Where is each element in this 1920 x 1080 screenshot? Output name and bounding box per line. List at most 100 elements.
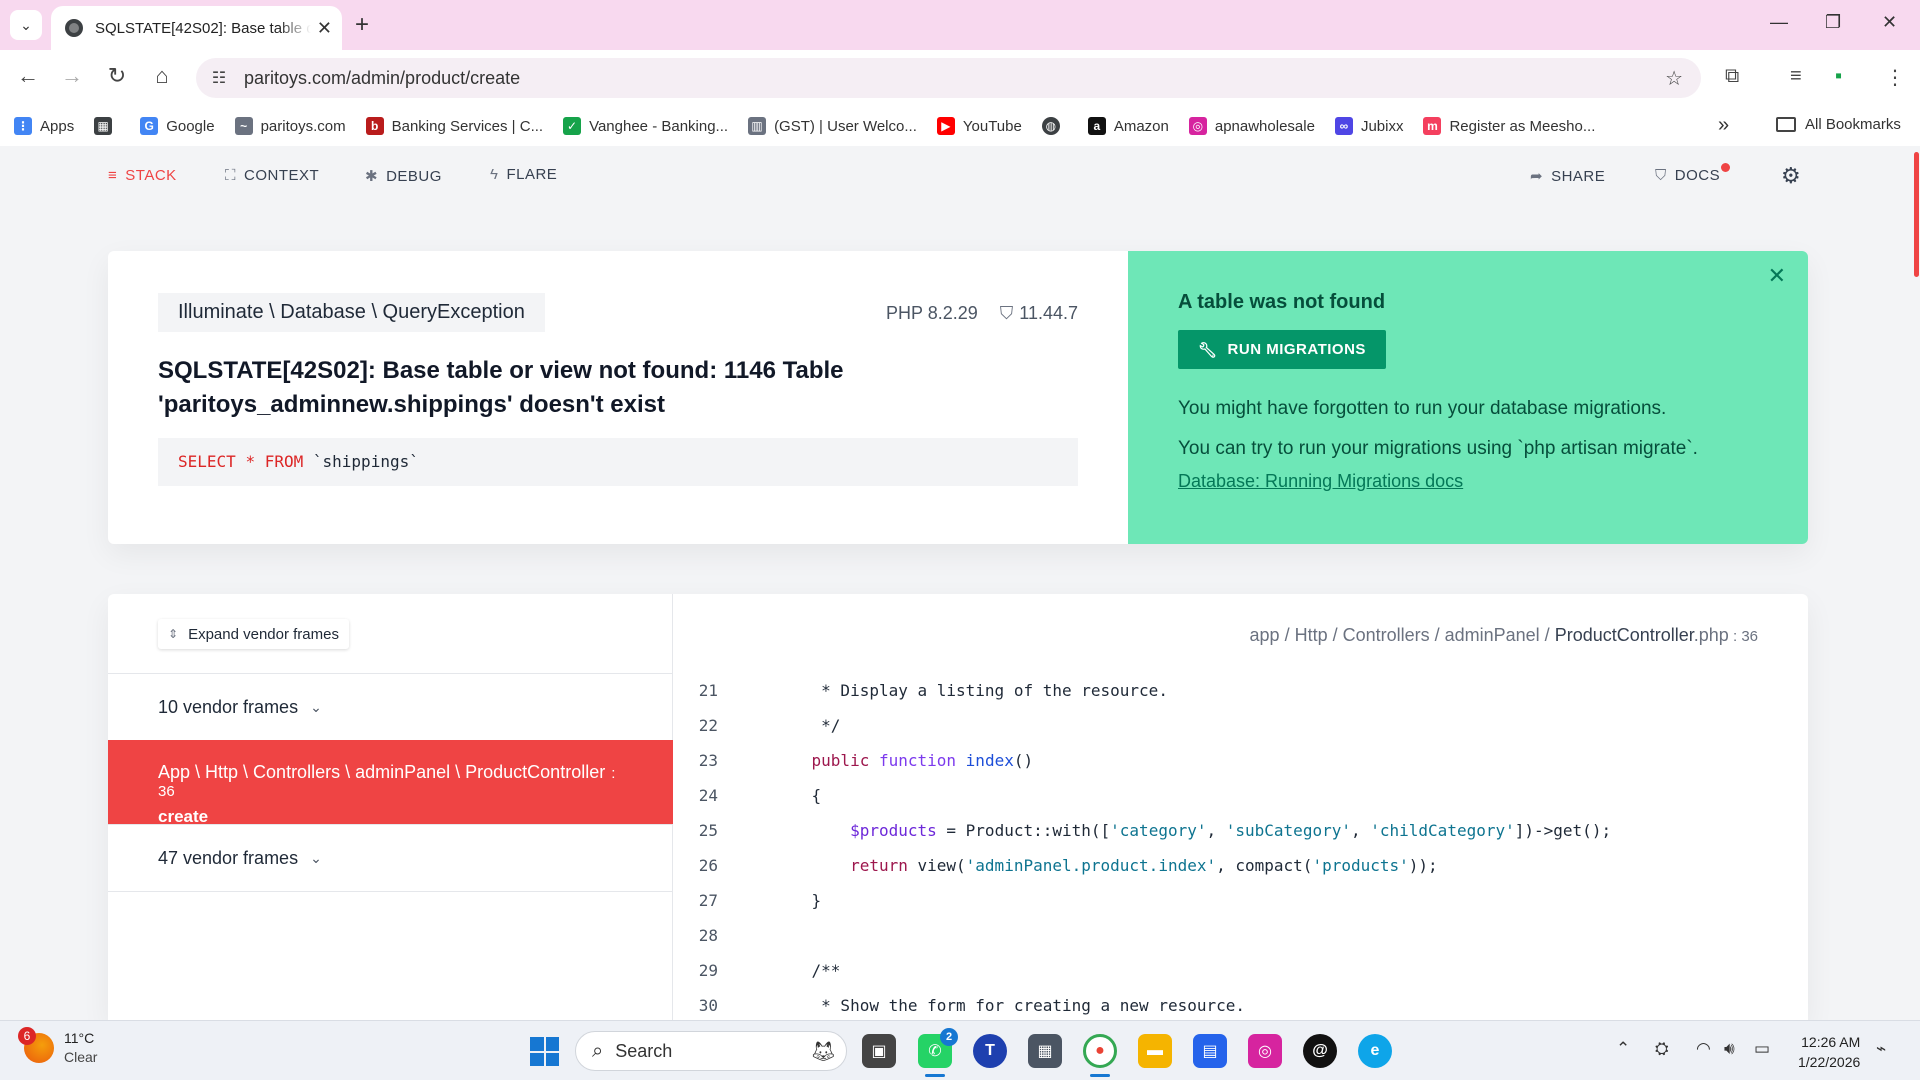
bookmark-paritoys[interactable]: ~ paritoys.com [234,117,346,135]
bookmark-youtube[interactable]: ▶ YouTube [936,117,1022,135]
taskbar-search[interactable]: ⌕ Search 🦊︎ [575,1031,847,1071]
media-controls-icon[interactable]: ≡ [1790,65,1802,88]
wifi-icon[interactable]: ◠ [1696,1039,1711,1059]
gov-icon: ▥ [748,117,767,135]
line-number: 25 [698,821,718,840]
run-migrations-button[interactable]: 🔧︎ RUN MIGRATIONS [1178,330,1386,369]
window-restore-icon[interactable]: ❐ [1825,12,1841,33]
forward-arrow-icon[interactable]: → [57,63,87,89]
bookmark-vanghee[interactable]: ✓ Vanghee - Banking... [563,117,728,135]
browser-menu-kebab-icon[interactable]: ⋮ [1885,65,1905,90]
migrations-docs-link[interactable]: Database: Running Migrations docs [1178,471,1463,492]
file-path[interactable]: app / Http / Controllers / adminPanel / … [1250,625,1758,646]
tray-overflow-chevron-icon[interactable]: ⌃ [1616,1039,1630,1059]
code-token: () [1013,751,1034,770]
home-icon[interactable]: ⌂ [147,63,177,89]
file-explorer-icon[interactable]: ▬ [1138,1034,1172,1068]
vendor-frames-group[interactable]: 47 vendor frames ⌄ [108,824,673,891]
code-token: , [1206,821,1226,840]
clock-time: 12:26 AM [1801,1034,1861,1050]
tray-security-icon[interactable]: ⛭ [1655,1039,1669,1059]
line-source: /** [773,961,841,980]
bookmark-banking[interactable]: b Banking Services | C... [365,117,543,135]
bookmark-meesho[interactable]: m Register as Meesho... [1423,117,1595,135]
bookmark-grid[interactable]: ▦ [94,117,120,135]
bookmarks-overflow-chevron-icon[interactable]: » [1718,114,1729,137]
solution-panel: ✕ A table was not found 🔧︎ RUN MIGRATION… [1128,251,1808,544]
bookmark-google[interactable]: G Google [140,117,215,135]
solution-close-icon[interactable]: ✕ [1768,263,1786,289]
line-number: 21 [698,681,718,700]
error-summary: Illuminate \ Database \ QueryException P… [108,251,1128,544]
globe-icon: ◍ [1041,117,1060,135]
weather-badge: 6 [18,1027,36,1045]
tab-title: SQLSTATE[42S02]: Base table or view not … [95,19,311,37]
window-close-icon[interactable]: ✕ [1882,12,1897,33]
weather-widget[interactable]: 6 11°C Clear [18,1027,97,1067]
jubixx-icon: ∞ [1334,117,1353,135]
nav-share[interactable]: ➦ SHARE [1530,167,1605,186]
bookmark-star-icon[interactable]: ☆ [1665,66,1683,91]
calculator-icon[interactable]: ▦ [1028,1034,1062,1068]
expand-vendor-frames-button[interactable]: ⇕ Expand vendor frames [158,619,349,649]
window-minimize-icon[interactable]: — [1770,12,1788,33]
bookmark-jubixx[interactable]: ∞ Jubixx [1334,117,1403,135]
chrome-icon[interactable]: ● [1083,1034,1117,1068]
active-frame[interactable]: App \ Http \ Controllers \ adminPanel \ … [108,740,673,826]
taskbar-search-label: Search [615,1040,673,1061]
nav-docs[interactable]: ⛉ DOCS [1655,163,1731,184]
bank-icon: b [365,117,384,135]
new-tab-plus-icon[interactable]: + [355,11,369,39]
instagram-app-icon[interactable]: ◎ [1248,1034,1282,1068]
back-arrow-icon[interactable]: ← [13,63,43,89]
browser-tab-active[interactable]: SQLSTATE[42S02]: Base table or view not … [51,6,342,50]
battery-icon[interactable]: ▭ [1754,1039,1770,1059]
settings-gear-icon[interactable]: ⚙ [1781,163,1801,189]
bookmark-apnawholesale[interactable]: ◎ apnawholesale [1188,117,1315,135]
bookmark-gst[interactable]: ▥ (GST) | User Welco... [748,117,917,135]
nav-flare[interactable]: ϟ FLARE [490,166,557,183]
site-info-tune-icon[interactable]: ☷ [204,63,234,93]
tally-icon[interactable]: T [973,1034,1007,1068]
vendor-frames-count: 47 vendor frames [158,847,299,868]
bookmark-amazon[interactable]: a Amazon [1087,117,1169,135]
bookmark-apps[interactable]: ⋮ Apps [14,117,74,135]
nav-debug[interactable]: ✱ DEBUG [365,167,442,186]
code-token: index [965,751,1014,770]
reload-icon[interactable]: ↻ [102,63,132,89]
tab-close-icon[interactable]: ✕ [317,18,332,39]
tab-search-chevron-icon[interactable]: ⌄ [10,10,42,40]
windows-start-icon[interactable] [530,1037,559,1066]
address-bar[interactable]: ☷ paritoys.com/admin/product/create ☆ [196,58,1701,98]
line-source: * Show the form for creating a new resou… [773,996,1246,1015]
microsoft-store-icon[interactable]: ▤ [1193,1034,1227,1068]
page-scrollbar[interactable] [1914,152,1919,277]
code-line: 30 * Show the form for creating a new re… [673,988,1808,1020]
whatsapp-icon[interactable]: ✆ 2 [918,1028,958,1068]
threads-icon[interactable]: @ [1303,1034,1337,1068]
code-line: 26 return view('adminPanel.product.index… [673,848,1808,883]
frames-divider [108,891,673,892]
wrench-icon: 🔧︎ [1198,341,1218,359]
volume-icon[interactable]: 🔊︎ [1724,1039,1735,1059]
address-url[interactable]: paritoys.com/admin/product/create [244,68,520,89]
sql-keyword: FROM [264,452,304,471]
notifications-bell-icon[interactable]: ⌁ [1876,1039,1886,1059]
task-view-icon[interactable]: ▣ [862,1034,896,1068]
docs-laravel-icon: ⛉ [1655,167,1667,184]
extensions-puzzle-icon[interactable]: ⧉ [1725,65,1739,88]
bookmark-label: Amazon [1113,117,1169,135]
nav-stack[interactable]: ≡ STACK [108,167,177,184]
nav-flare-label: FLARE [506,166,558,183]
all-bookmarks[interactable]: All Bookmarks [1776,116,1901,133]
nav-context[interactable]: ⛶ CONTEXT [225,167,319,184]
vendor-frames-group[interactable]: 10 vendor frames ⌄ [108,673,673,740]
code-token: = Product::with([ [936,821,1111,840]
taskbar-clock[interactable]: 12:26 AM 1/22/2026 [1798,1032,1860,1072]
line-source: public function index() [728,751,1034,770]
extension-status-icon[interactable]: ▪ [1835,65,1842,88]
line-number: 29 [698,961,718,980]
solution-description: You might have forgotten to run your dat… [1178,389,1758,469]
edge-icon[interactable]: e [1358,1034,1392,1068]
bookmark-globe[interactable]: ◍ [1041,117,1068,135]
